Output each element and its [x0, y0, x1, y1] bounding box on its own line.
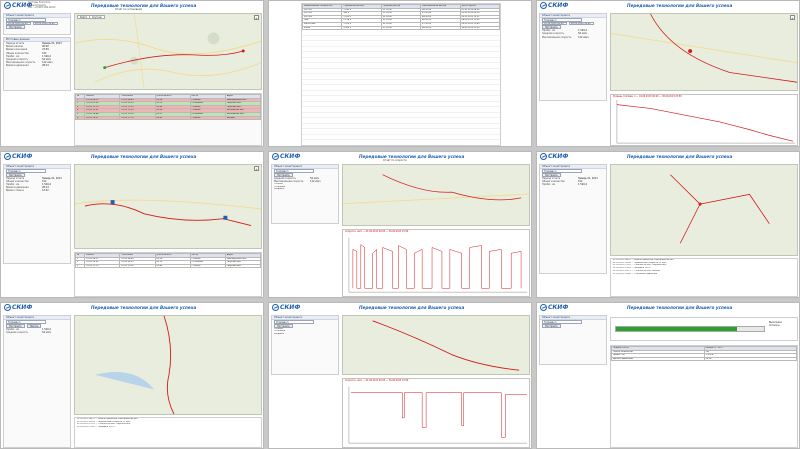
app-logo: СКИФ	[540, 304, 568, 312]
filter-panel: Объект мониторинга Грузовик 1 Построить …	[271, 164, 339, 224]
filter-panel: Объект мониторинга Грузовик 1 Построить	[539, 315, 607, 365]
page-title: Передовые технологии для Вашего успеха	[91, 154, 197, 159]
screenshot-tile-9: СКИФ Передовые технологии для Вашего усп…	[536, 302, 800, 449]
app-logo: СКИФ	[272, 153, 300, 161]
progress-panel: Выполнено Осталось	[610, 317, 798, 341]
app-logo: СКИФ	[4, 2, 32, 10]
page-title: Передовые технологии для Вашего успеха	[91, 3, 197, 8]
page-header: СКИФ Системы Контроля И Мониторинга Тел.: …	[1, 1, 263, 11]
summary-table-panel: Период отчета Январь 01, 2013 Общее колич…	[610, 345, 798, 448]
filter-panel: Объект мониторинга Грузовик 1 Построить …	[539, 164, 607, 274]
date-to-input[interactable]: 30.09.2013 23:59	[569, 21, 594, 26]
app-logo: СКИФ	[4, 153, 32, 161]
app-logo: СКИФ	[540, 2, 568, 10]
table-row[interactable]: 6 01.09 16:21 01.09 17:10 00:49 Стоянка Москв…	[74, 115, 262, 121]
tab-map[interactable]: Карта	[77, 15, 90, 19]
route-map[interactable]	[74, 315, 262, 415]
speed-chart: Скорость, км/ч — 01.09.2013 00:00 — 30.0…	[342, 378, 530, 448]
page-title: Передовые технологии для Вашего успеха	[91, 305, 197, 310]
page-title: Передовые технологии для Вашего успеха	[359, 305, 465, 310]
company-info: Системы Контроля И Мониторинга Тел.: +7(00…	[28, 1, 56, 10]
zoom-in-button[interactable]: +	[254, 166, 259, 171]
route-map[interactable]	[610, 164, 798, 256]
stops-table-panel: № Начало Окончание Длительность Место Адрес 1…	[74, 252, 262, 297]
tab-satellite[interactable]: Спутник	[89, 15, 105, 19]
date-to-input[interactable]: 30.09.2013 23:59	[33, 21, 58, 26]
build-button[interactable]: Построить	[6, 25, 25, 30]
fuel-table-panel: Наименование показателя Суммарный расход С…	[301, 3, 501, 146]
screenshot-tile-7: СКИФ Передовые технологии для Вашего усп…	[0, 302, 264, 449]
filter-panel: Объект мониторинга Грузовик 1 Построить …	[271, 315, 339, 375]
screenshot-tile-6: СКИФ Передовые технологии для Вашего усп…	[536, 151, 800, 298]
screenshot-tile-8: СКИФ Передовые технологии для Вашего усп…	[268, 302, 532, 449]
page-subtitle: Отчёт по скорости	[383, 159, 407, 162]
app-logo: СКИФ	[540, 153, 568, 161]
zoom-in-button[interactable]: +	[790, 15, 795, 20]
summary-panel: Итоговые данные Период отчета Январь 01, …	[3, 37, 71, 91]
stops-table-panel: № Начало Окончание Длительность Место Адрес 1…	[74, 93, 262, 146]
screenshot-tile-4: СКИФ Передовые технологии для Вашего усп…	[0, 151, 264, 298]
screenshot-tile-5: СКИФ Передовые технологии для Вашего усп…	[268, 151, 532, 298]
page-subtitle: Отчёт по остановкам	[115, 8, 142, 11]
events-table-panel: 01.09.2013 08:12 — Начало движения, Новг…	[610, 258, 798, 297]
event-list-panel: 01.09.2013 08:12 — Начало движения, Новг…	[74, 417, 262, 448]
page-title: Передовые технологии для Вашего успеха	[627, 154, 733, 159]
page-title: Передовые технологии для Вашего успеха	[627, 3, 733, 8]
progress-bar-fill	[616, 327, 738, 331]
speed-chart: Скорость, км/ч — 01.09.2013 00:00 — 30.0…	[342, 229, 530, 297]
fuel-table-continuation	[302, 30, 500, 141]
route-map[interactable]: +	[610, 13, 798, 91]
summary-table: Период отчета Январь 01, 2013 Общее колич…	[611, 346, 797, 362]
filter-panel: Объект мониторинга Грузовик 1 01.09.2013…	[3, 13, 71, 35]
filter-panel: Объект мониторинга Грузовик 1 01.09.2013…	[539, 13, 607, 101]
fuel-table: Наименование показателя Суммарный расход С…	[301, 4, 501, 31]
app-logo: СКИФ	[4, 304, 32, 312]
app-logo: СКИФ	[272, 304, 300, 312]
screenshot-tile-1: СКИФ Системы Контроля И Мониторинга Тел.: …	[0, 0, 264, 147]
build-button[interactable]: Построить	[274, 323, 293, 328]
filter-panel: Объект мониторинга Грузовик 1 Построить …	[3, 315, 71, 448]
table-row: Итого 5 563 л 31 л/100 48 л/100 30.09.2013 2…	[301, 25, 501, 31]
route-map[interactable]	[342, 164, 530, 226]
route-map[interactable]: +	[74, 164, 262, 249]
table-row[interactable]: 3 01.09 11:10 01.09 11:55 00:45 Стоянка Тверс…	[74, 263, 262, 269]
filter-panel: Объект мониторинга Грузовик 1 Построить …	[3, 164, 71, 264]
level-chart: Уровень топлива, л — 01.09.2013 00:00 — …	[610, 94, 798, 146]
stops-table: № Начало Окончание Длительность Место Адрес 1…	[74, 94, 262, 121]
screenshot-tile-3: СКИФ Передовые технологии для Вашего усп…	[536, 0, 800, 147]
page-title: Передовые технологии для Вашего успеха	[627, 305, 733, 310]
page-title: Передовые технологии для Вашего успеха	[359, 154, 465, 159]
route-map[interactable]	[342, 315, 530, 375]
route-map[interactable]: Карта Спутник +	[74, 13, 262, 90]
stops-table: № Начало Окончание Длительность Место Адрес 1…	[74, 253, 262, 269]
zoom-in-button[interactable]: +	[254, 15, 259, 20]
build-button[interactable]: Построить	[542, 323, 561, 328]
screenshot-tile-2: Наименование показателя Суммарный расход С…	[268, 0, 532, 147]
